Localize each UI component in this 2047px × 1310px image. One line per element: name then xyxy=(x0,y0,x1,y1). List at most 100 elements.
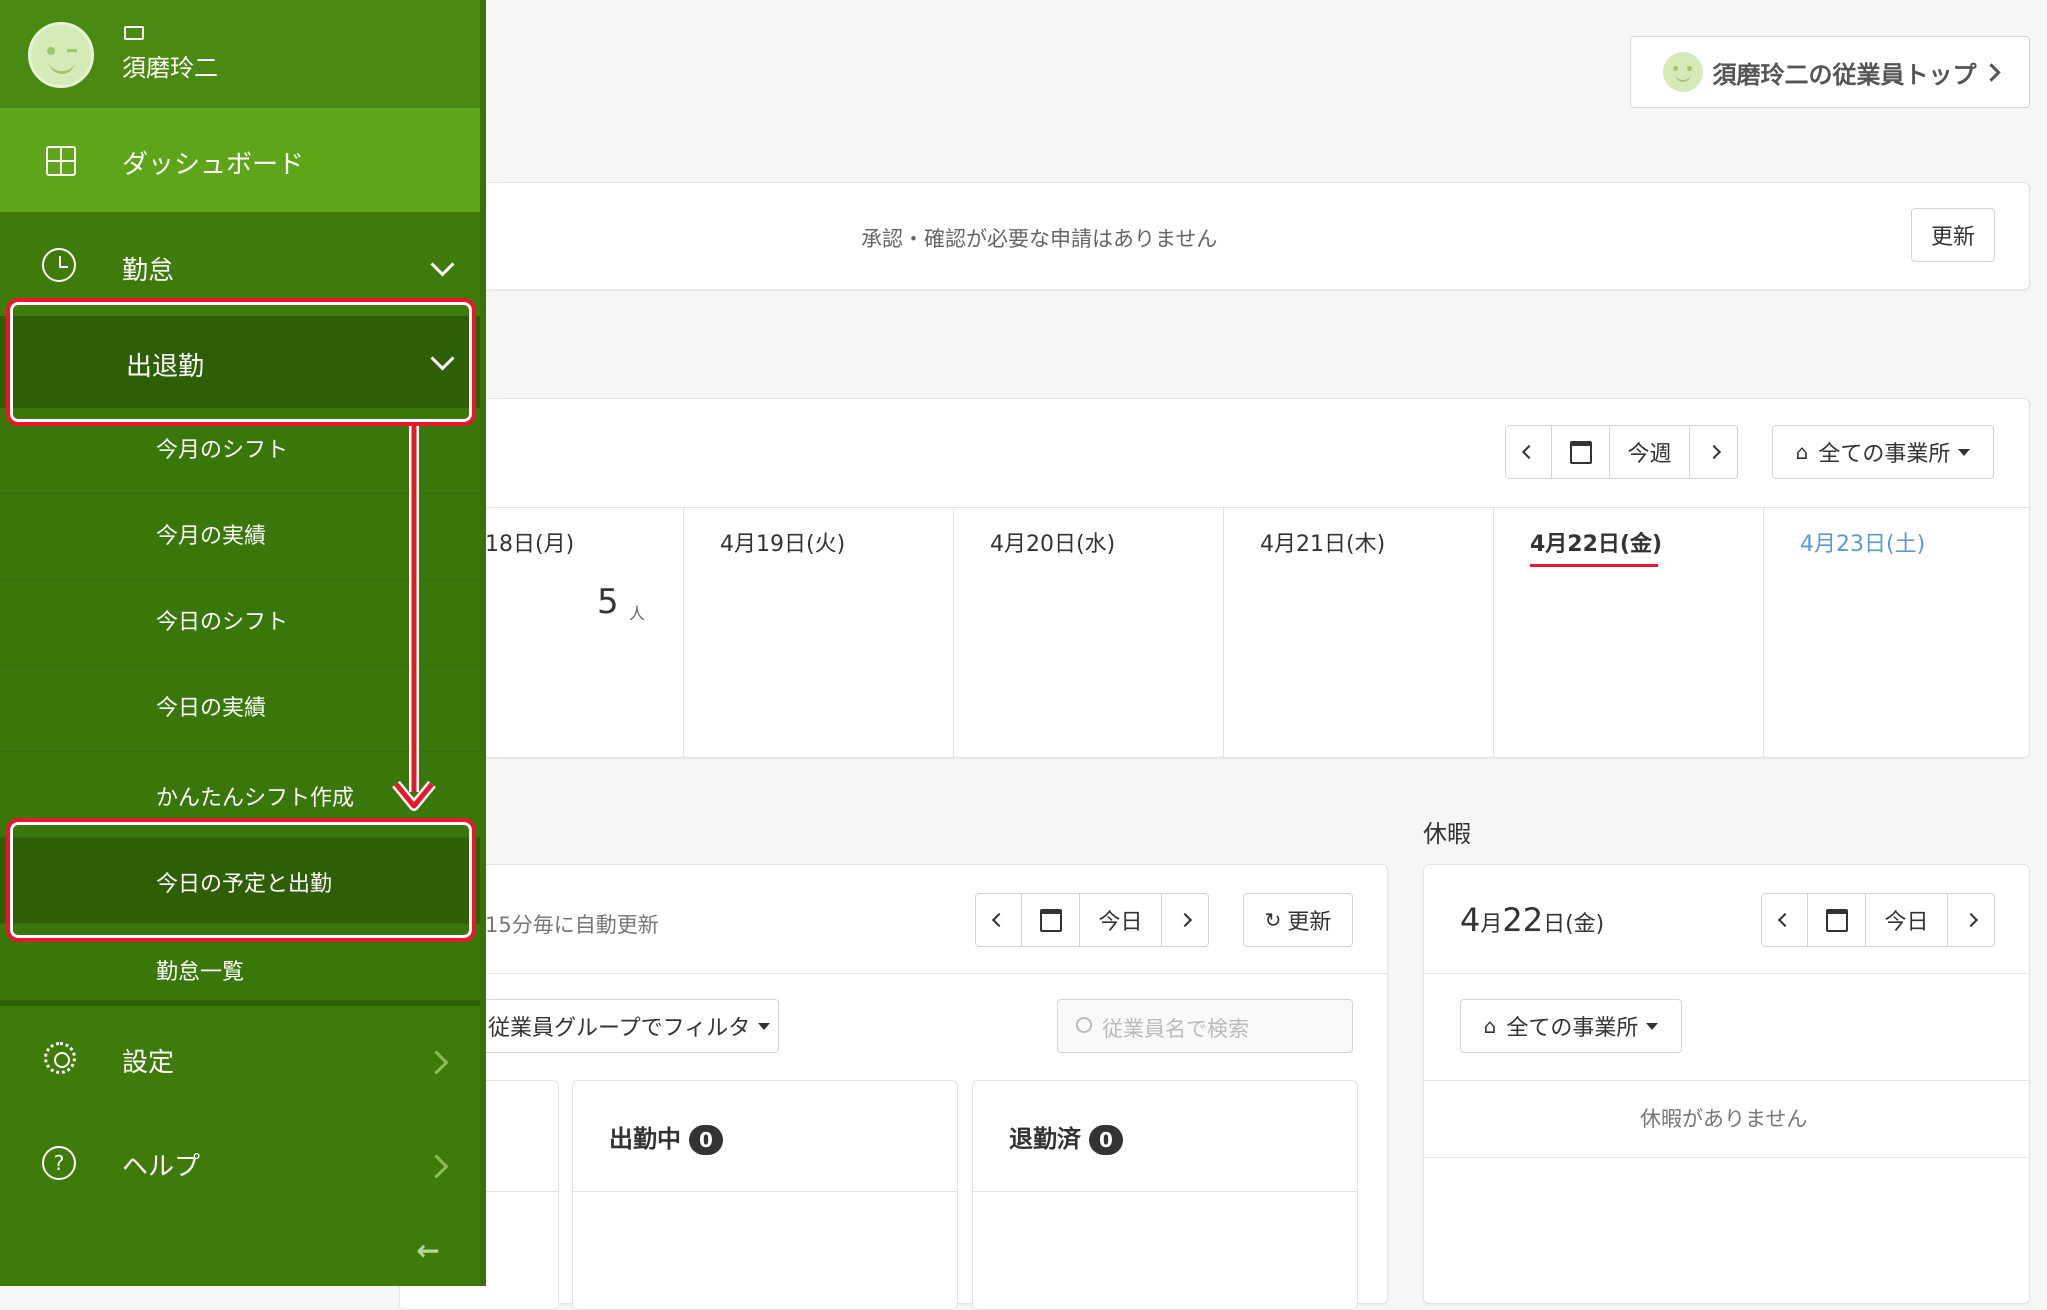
this-week-button[interactable]: 今週 xyxy=(1610,426,1690,478)
prev-day-button[interactable] xyxy=(1762,894,1808,946)
vacation-date-day-unit: 日(金) xyxy=(1543,912,1605,937)
sidebar-subitem-label: 勤怠一覧 xyxy=(156,960,245,985)
sidebar-user-name: 須磨玲二 xyxy=(122,54,218,82)
chevron-right-icon xyxy=(1706,444,1721,460)
home-icon: ⌂ xyxy=(1483,1014,1497,1038)
sidebar-subitem-label: 今月のシフト xyxy=(156,438,289,463)
calendar-button[interactable] xyxy=(1552,426,1610,478)
approvals-refresh-button[interactable]: 更新 xyxy=(1911,208,1995,262)
calendar-button[interactable] xyxy=(1808,894,1866,946)
office-filter-dropdown[interactable]: ⌂ 全ての事業所 xyxy=(1772,425,1994,479)
day-column[interactable]: 4月21日(木) xyxy=(1223,508,1493,757)
caret-down-icon xyxy=(1646,1022,1659,1030)
working-count-badge: 0 xyxy=(689,1125,723,1155)
prev-week-button[interactable] xyxy=(1506,426,1552,478)
highlight-clock-in-out xyxy=(6,298,476,426)
sidebar-item-label: 設定 xyxy=(122,1048,175,1078)
day-label: 18日(月) xyxy=(485,532,575,557)
sidebar-item-label: ヘルプ xyxy=(122,1152,201,1182)
left-status-card: 退勤済 0 xyxy=(972,1080,1358,1310)
sidebar-user[interactable]: 須磨玲二 xyxy=(0,0,480,108)
sidebar: 須磨玲二 ダッシュボード 勤怠 出退勤 今月のシフト 今月の実績 今日のシフト … xyxy=(0,0,486,1286)
vacation-date-month-unit: 月 xyxy=(1480,912,1503,937)
sidebar-subitem-today-shift[interactable]: 今日のシフト xyxy=(0,580,480,666)
next-week-button[interactable] xyxy=(1690,426,1737,478)
sidebar-subitem-label: 今月の実績 xyxy=(156,524,267,549)
sidebar-subitem-monthly-record[interactable]: 今月の実績 xyxy=(0,494,480,580)
vacation-date-day: 22 xyxy=(1502,901,1544,939)
group-filter-label: 従業員グループでフィルタ xyxy=(488,1016,751,1041)
employee-search-input[interactable]: 従業員名で検索 xyxy=(1057,999,1353,1053)
day-column[interactable]: 4月20日(水) xyxy=(953,508,1223,757)
left-count-badge: 0 xyxy=(1089,1125,1123,1155)
search-icon xyxy=(1076,1017,1092,1033)
sidebar-subitem-label: かんたんシフト作成 xyxy=(156,786,355,811)
chevron-right-icon xyxy=(1177,912,1193,928)
attendance-refresh-label: 更新 xyxy=(1287,910,1332,935)
home-icon: ⌂ xyxy=(1795,440,1809,464)
employee-top-label: 須磨玲二の従業員トップ xyxy=(1712,60,1977,89)
working-status-title: 出勤中 0 xyxy=(609,1119,723,1155)
sidebar-item-settings[interactable]: 設定 xyxy=(0,1006,480,1110)
search-placeholder: 従業員名で検索 xyxy=(1102,1017,1249,1041)
arrow-left-icon: ← xyxy=(416,1233,440,1267)
day-column-saturday[interactable]: 4月23日(土) xyxy=(1763,508,2029,757)
calendar-icon xyxy=(1825,908,1848,932)
attendance-refresh-button[interactable]: ↻ 更新 xyxy=(1243,893,1353,947)
auto-refresh-note: 15分毎に自動更新 xyxy=(485,913,659,937)
approvals-message: 承認・確認が必要な申請はありません xyxy=(861,227,1218,251)
day-column[interactable]: 4月19日(火) xyxy=(683,508,953,757)
employee-top-button[interactable]: 須磨玲二の従業員トップ xyxy=(1630,36,2030,108)
vacation-section-title: 休暇 xyxy=(1423,820,1471,848)
avatar-icon xyxy=(1662,52,1703,92)
working-label: 出勤中 xyxy=(609,1125,681,1153)
collapse-sidebar-button[interactable]: ← xyxy=(408,1230,448,1270)
chevron-right-icon xyxy=(1963,912,1979,928)
avatar xyxy=(28,22,94,88)
sidebar-item-help[interactable]: ? ヘルプ xyxy=(0,1110,480,1214)
vacation-date-month: 4 xyxy=(1460,901,1481,939)
office-filter-label: 全ての事業所 xyxy=(1818,442,1951,467)
vacation-office-filter-dropdown[interactable]: ⌂ 全ての事業所 xyxy=(1460,999,1682,1053)
sidebar-scrollbar[interactable] xyxy=(480,0,486,1286)
day-label-saturday: 4月23日(土) xyxy=(1800,532,1926,557)
id-card-icon xyxy=(124,26,144,40)
day-nav: 今日 xyxy=(975,893,1209,947)
clock-icon xyxy=(42,248,76,282)
chevron-left-icon xyxy=(1521,444,1536,460)
day-column-today[interactable]: 4月22日(金) xyxy=(1493,508,1763,757)
approvals-card: 承認・確認が必要な申請はありません 更新 xyxy=(400,182,2030,290)
chevron-right-icon xyxy=(424,1154,449,1179)
sidebar-subitem-label: 今日の実績 xyxy=(156,696,267,721)
prev-day-button[interactable] xyxy=(976,894,1022,946)
vacation-card: 4月22日(金) 今日 ⌂ 全ての事業所 休暇がありません xyxy=(1423,864,2030,1304)
today-button[interactable]: 今日 xyxy=(1080,894,1162,946)
chevron-right-icon xyxy=(424,1050,449,1075)
calendar-icon xyxy=(1039,908,1062,932)
sidebar-subitem-today-record[interactable]: 今日の実績 xyxy=(0,666,480,752)
next-day-button[interactable] xyxy=(1162,894,1208,946)
today-underline xyxy=(1530,564,1658,567)
caret-down-icon xyxy=(758,1022,771,1030)
chevron-down-icon xyxy=(430,252,455,277)
dashboard-icon xyxy=(46,146,76,176)
sidebar-item-dashboard[interactable]: ダッシュボード xyxy=(0,108,480,212)
attendance-card: 15分毎に自動更新 今日 ↻ 更新 従業員グループでフィルタ 従業員名で検索 出… xyxy=(399,864,1388,1310)
group-filter-dropdown[interactable]: 従業員グループでフィルタ xyxy=(461,999,779,1053)
day-count-unit: 人 xyxy=(629,604,646,623)
highlight-today-plan xyxy=(6,818,476,942)
sidebar-subitem-label: 今日のシフト xyxy=(156,610,289,635)
vacation-date: 4月22日(金) xyxy=(1460,901,1604,939)
day-label: 4月20日(水) xyxy=(990,532,1116,557)
vacation-day-nav: 今日 xyxy=(1761,893,1995,947)
today-button[interactable]: 今日 xyxy=(1866,894,1948,946)
calendar-button[interactable] xyxy=(1022,894,1080,946)
refresh-icon: ↻ xyxy=(1264,908,1282,932)
attendance-divider xyxy=(401,973,1387,974)
help-icon: ? xyxy=(42,1146,76,1180)
vacation-empty-message: 休暇がありません xyxy=(1640,1107,1808,1131)
next-day-button[interactable] xyxy=(1948,894,1994,946)
day-count: 5 xyxy=(597,582,619,622)
chevron-right-icon xyxy=(1981,62,2001,82)
day-label-today: 4月22日(金) xyxy=(1530,532,1663,557)
